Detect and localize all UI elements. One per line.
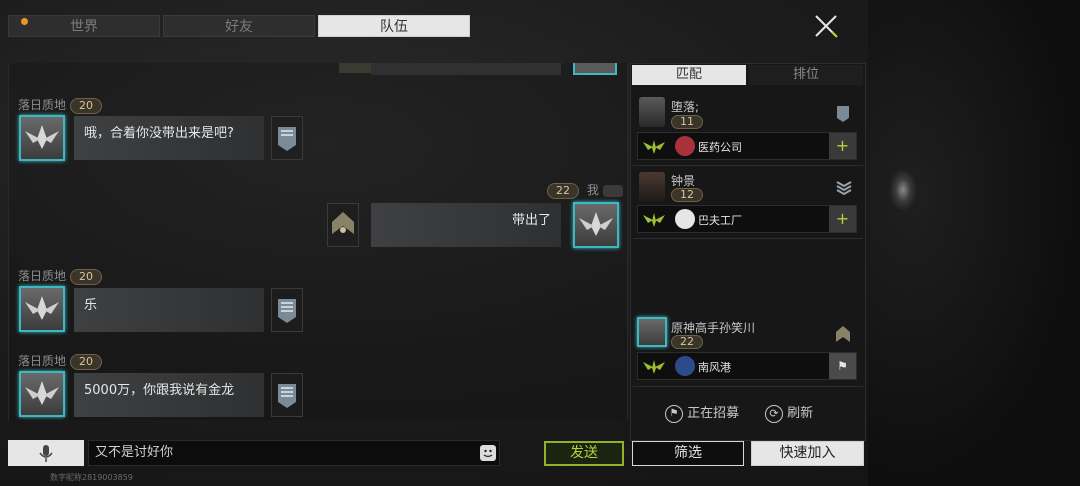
rank-badge <box>271 288 303 332</box>
wing-emblem-icon <box>579 212 613 236</box>
message-bubble: 哦，合着你没带出来是吧? <box>74 116 264 160</box>
member-name: 堕落; <box>671 100 700 114</box>
flag-icon: ⚑ <box>665 404 683 423</box>
rank-stripes-icon <box>836 181 852 196</box>
member-name: 钟景 <box>671 174 696 188</box>
tab-friends-label: 好友 <box>225 19 253 35</box>
avatar[interactable] <box>19 286 65 332</box>
voice-button[interactable] <box>8 440 84 466</box>
sender-name: 落日质地 <box>18 98 67 112</box>
rank-badge <box>271 116 303 160</box>
filter-button[interactable]: 筛选 <box>632 441 744 466</box>
faction-name: 医药公司 <box>698 141 742 154</box>
notification-dot <box>21 18 28 25</box>
message-sender: 落日质地 20 <box>18 267 103 285</box>
partial-rank-badge <box>339 63 375 73</box>
member-avatar[interactable] <box>639 172 665 202</box>
refresh-label: 刷新 <box>787 406 814 421</box>
light-glow <box>890 170 916 210</box>
faction-name: 巴夫工厂 <box>698 214 742 227</box>
member-level: 12 <box>671 188 703 202</box>
member-faction-row: 医药公司 + <box>637 132 857 160</box>
rank-chevron-icon <box>836 326 850 342</box>
wing-green-icon <box>643 360 665 374</box>
message-bubble: 乐 <box>74 288 264 332</box>
alpha-badge-icon <box>602 184 623 197</box>
avatar[interactable] <box>573 202 619 248</box>
sender-name: 落日质地 <box>18 269 67 283</box>
avatar[interactable] <box>19 115 65 161</box>
tab-world[interactable]: 世界 <box>8 15 160 37</box>
tab-world-label: 世界 <box>70 19 98 35</box>
right-dark-area <box>868 0 1080 486</box>
member-faction-row: 巴夫工厂 + <box>637 205 857 233</box>
message-sender: 落日质地 20 <box>18 96 103 114</box>
refresh-button[interactable]: ⟳ 刷新 <box>765 402 813 423</box>
level-badge: 20 <box>70 268 103 285</box>
refresh-icon: ⟳ <box>765 404 783 423</box>
team-panel: 匹配 排位 堕落; 11 医药公司 + 钟景 12 巴夫工厂 + 原神高手孙笑川… <box>630 63 866 441</box>
recruiting-label: 正在招募 <box>687 406 740 421</box>
tab-match[interactable]: 匹配 <box>632 65 746 85</box>
quick-join-button[interactable]: 快速加入 <box>751 441 864 466</box>
divider <box>633 238 863 239</box>
add-button[interactable]: + <box>829 133 856 159</box>
close-button[interactable] <box>810 10 842 42</box>
rank-shield-icon <box>278 299 296 323</box>
member-name: 原神高手孙笑川 <box>671 321 756 335</box>
message-sender: 落日质地 20 <box>18 352 103 370</box>
pharma-faction-icon <box>675 136 695 156</box>
add-button[interactable]: + <box>829 206 856 232</box>
tab-team-label: 队伍 <box>380 19 408 35</box>
wing-emblem-icon <box>25 125 59 149</box>
rank-chevron-icon <box>332 212 354 234</box>
message-sender-self: 22 我 <box>543 181 623 199</box>
member-faction-row: 南风港 ⚑ <box>637 352 857 380</box>
factory-faction-icon <box>675 209 695 229</box>
rank-shield-icon <box>278 127 296 151</box>
wing-emblem-icon <box>25 381 59 405</box>
wing-green-icon <box>643 140 665 154</box>
tab-team[interactable]: 队伍 <box>318 15 470 37</box>
level-badge: 20 <box>70 97 103 114</box>
partial-avatar <box>573 63 617 75</box>
member-level: 11 <box>671 115 703 129</box>
chat-area[interactable]: 落日质地20 哦，合着你没带出来是吧? 22 我 带出了 落日质地20 乐 <box>8 63 628 420</box>
level-badge: 22 <box>547 182 579 199</box>
faction-name: 南风港 <box>698 361 731 374</box>
rank-shield-icon <box>278 384 296 408</box>
divider <box>633 386 863 387</box>
chat-input[interactable]: 又不是讨好你 <box>88 440 500 466</box>
send-button[interactable]: 发送 <box>544 441 624 466</box>
rank-badge <box>327 203 359 247</box>
message-bubble: 带出了 <box>371 203 561 247</box>
emoji-button[interactable] <box>480 445 496 461</box>
member-avatar[interactable] <box>637 317 667 347</box>
tab-ranked[interactable]: 排位 <box>749 65 863 85</box>
wing-green-icon <box>643 213 665 227</box>
wing-emblem-icon <box>25 296 59 320</box>
divider <box>633 165 863 166</box>
avatar[interactable] <box>19 371 65 417</box>
sender-name: 落日质地 <box>18 354 67 368</box>
close-icon <box>815 15 838 38</box>
tab-friends[interactable]: 好友 <box>163 15 315 37</box>
recruiting-button[interactable]: ⚑ 正在招募 <box>665 402 739 423</box>
rank-badge <box>271 373 303 417</box>
anchor-faction-icon <box>675 356 695 376</box>
member-level: 22 <box>671 335 703 349</box>
partial-bubble <box>371 63 561 75</box>
member-avatar[interactable] <box>639 97 665 127</box>
microphone-icon <box>39 445 53 462</box>
sender-name: 我 <box>586 183 599 197</box>
level-badge: 20 <box>70 353 103 370</box>
user-id-label: 数字昵称2819003859 <box>50 473 133 482</box>
rank-shield-icon <box>837 106 849 122</box>
smiley-icon <box>483 449 493 458</box>
flag-button[interactable]: ⚑ <box>829 353 856 379</box>
message-bubble: 5000万，你跟我说有金龙 <box>74 373 264 417</box>
